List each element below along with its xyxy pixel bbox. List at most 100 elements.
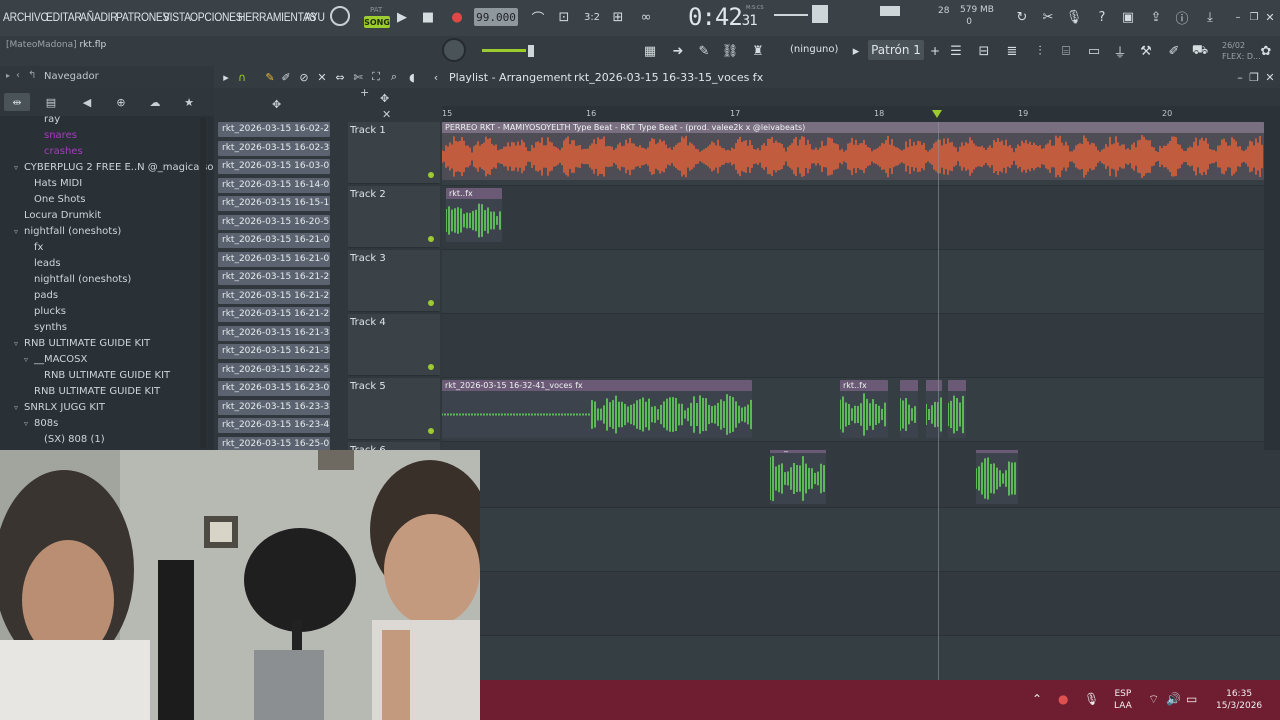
tray-app-icon[interactable]: ● xyxy=(1058,692,1068,706)
browser-item[interactable]: ▿ nightfall (oneshots) xyxy=(14,226,121,237)
slice-tool-icon[interactable]: ✄ xyxy=(350,69,366,85)
title-arrow-icon[interactable]: ‹ xyxy=(428,69,444,85)
fold-arrow-icon[interactable]: ▿ xyxy=(14,227,24,236)
clip-source-item[interactable]: rkt_2026-03-15 16-21-2... xyxy=(218,288,330,304)
tools-icon[interactable]: ⚒ xyxy=(1136,41,1156,61)
browser-icon[interactable]: ⌸ xyxy=(1056,41,1076,61)
zoom-tool-icon[interactable]: ⌕ xyxy=(386,69,402,85)
clip-source-item[interactable]: rkt_2026-03-15 16-02-3... xyxy=(218,140,330,156)
clip-source-item[interactable]: rkt_2026-03-15 16-23-4... xyxy=(218,418,330,433)
browser-item[interactable]: ray xyxy=(44,114,60,125)
arrow-right-icon[interactable]: ➜ xyxy=(668,41,688,61)
channel-rack-icon[interactable]: ⊟ xyxy=(974,41,994,61)
clip-source-item[interactable]: rkt_2026-03-15 16-21-3... xyxy=(218,325,330,341)
add-track-icon[interactable]: + xyxy=(360,86,369,99)
piano-roll-icon[interactable]: ▦ xyxy=(640,41,660,61)
plugin-icon[interactable]: ⇪ xyxy=(1144,5,1168,29)
track-lane[interactable] xyxy=(480,450,1280,508)
save-icon[interactable]: ▣ xyxy=(1116,5,1140,29)
pitch-icon[interactable]: ⌒ xyxy=(526,5,550,29)
clip-source-item[interactable]: rkt_2026-03-15 16-21-0... xyxy=(218,233,330,248)
battery-icon[interactable]: ▭ xyxy=(1186,692,1197,706)
tab-current-icon[interactable]: ◀ xyxy=(74,93,100,111)
playlist-lower-area[interactable]: rkt_2..es fx rkt..s fx xyxy=(480,450,1280,680)
pattern-arrow-icon[interactable]: ▸ xyxy=(846,41,866,61)
track-header[interactable]: Track 2 xyxy=(348,186,440,248)
browser-back-icon[interactable]: ‹ xyxy=(16,70,20,81)
link-icon[interactable]: ⛓ xyxy=(720,41,740,61)
track-lane[interactable] xyxy=(442,314,1264,378)
close-icon[interactable]: ✕ xyxy=(1258,5,1280,29)
language-indicator[interactable]: ESP LAA xyxy=(1114,688,1132,712)
menu-opciones[interactable]: OPCIONES xyxy=(190,10,243,24)
help-icon[interactable]: ? xyxy=(1090,5,1114,29)
tab-cloud-icon[interactable]: ☁ xyxy=(142,93,168,111)
browser-item[interactable]: nightfall (oneshots) xyxy=(34,274,131,285)
fold-arrow-icon[interactable]: ▿ xyxy=(24,355,34,364)
audio-icon[interactable]: ♜ xyxy=(748,41,768,61)
track-mute-led[interactable] xyxy=(428,236,434,242)
menu-editar[interactable]: EDITAR xyxy=(46,10,82,24)
track-lane[interactable] xyxy=(442,442,1264,450)
track-lane[interactable] xyxy=(480,636,1280,680)
faders-icon[interactable]: ⫶ xyxy=(1030,41,1050,61)
audio-clip[interactable]: rkt..fx xyxy=(840,380,888,438)
tab-favorites-icon[interactable]: ★ xyxy=(176,93,202,111)
slip-tool-icon[interactable]: ⇔ xyxy=(332,69,348,85)
pl-maximize-icon[interactable]: ❐ xyxy=(1246,69,1262,85)
pencil-icon[interactable]: ✎ xyxy=(262,69,278,85)
add-pattern-icon[interactable]: + xyxy=(930,44,940,58)
browser-menu-icon[interactable]: ▸ xyxy=(6,71,10,80)
tab-all-icon[interactable]: ⇹ xyxy=(4,93,30,111)
track-header[interactable]: Track 3 xyxy=(348,250,440,312)
pl-close-icon[interactable]: ✕ xyxy=(1262,69,1278,85)
browser-item[interactable]: RNB ULTIMATE GUIDE KIT xyxy=(34,386,160,397)
track-header[interactable]: Track 5 xyxy=(348,378,440,440)
audio-clip[interactable]: rkt_2..es fx xyxy=(770,450,826,504)
clip-source-item[interactable]: rkt_2026-03-15 16-21-0... xyxy=(218,251,330,267)
playlist-arrow-icon[interactable]: ▸ xyxy=(218,69,234,85)
browser-item[interactable]: synths xyxy=(34,322,67,333)
audio-clip[interactable] xyxy=(948,380,966,438)
close-picker-icon[interactable]: ✕ xyxy=(382,108,391,121)
cart-icon[interactable]: ⛟ xyxy=(1190,41,1210,61)
clip-source-item[interactable]: rkt_2026-03-15 16-21-2... xyxy=(218,270,330,285)
pattern-selector[interactable]: Patrón 1 xyxy=(868,40,924,60)
tab-project-icon[interactable]: ▤ xyxy=(38,93,64,111)
browser-item[interactable]: pads xyxy=(34,290,58,301)
brush-icon[interactable]: ✐ xyxy=(1164,41,1184,61)
audio-clip[interactable]: rkt_2026-03-15 16-32-41_voces fx xyxy=(442,380,752,438)
tray-mic-icon[interactable]: 🎙 xyxy=(1084,692,1099,706)
wifi-icon[interactable]: ⌔ xyxy=(1148,692,1159,707)
track-mute-led[interactable] xyxy=(428,428,434,434)
arrange-icon[interactable]: ✥ xyxy=(380,92,389,105)
tempo-display[interactable]: 99.000 xyxy=(474,8,518,26)
browser-item[interactable]: crashes xyxy=(44,146,83,157)
brush-tool-icon[interactable]: ✐ xyxy=(278,69,294,85)
clip-source-item[interactable]: rkt_2026-03-15 16-14-0... xyxy=(218,177,330,193)
browser-item[interactable]: snares xyxy=(44,130,77,141)
tool-icon[interactable]: ✥ xyxy=(272,98,281,111)
browser-item[interactable]: ▿ 808s xyxy=(24,418,58,429)
master-volume-slider[interactable] xyxy=(482,49,526,52)
audio-clip[interactable]: rkt..s fx xyxy=(976,450,1018,504)
clip-source-item[interactable]: rkt_2026-03-15 16-15-1... xyxy=(218,196,330,211)
clip-source-item[interactable]: rkt_2026-03-15 16-23-3... xyxy=(218,399,330,415)
select-tool-icon[interactable]: ⛶ xyxy=(368,69,384,85)
menu-patrones[interactable]: PATRONES xyxy=(116,10,169,24)
fold-arrow-icon[interactable]: ▿ xyxy=(14,163,24,172)
audio-clip[interactable] xyxy=(900,380,918,438)
system-clock[interactable]: 16:35 15/3/2026 xyxy=(1216,688,1262,712)
track-header[interactable]: Track 4 xyxy=(348,314,440,376)
browser-item[interactable]: (SX) 808 (1) xyxy=(44,434,105,445)
track-lane[interactable] xyxy=(480,572,1280,636)
time-ruler[interactable]: 15 16 17 18 19 20 xyxy=(442,106,1264,122)
browser-item[interactable]: leads xyxy=(34,258,61,269)
volume-icon[interactable]: 🔊 xyxy=(1166,692,1181,706)
snap-selector[interactable]: (ninguno) xyxy=(790,44,838,55)
vertical-scrollbar[interactable] xyxy=(1264,106,1280,450)
clip-source-item[interactable]: rkt_2026-03-15 16-03-0... xyxy=(218,159,330,174)
browser-item[interactable]: Hats MIDI xyxy=(34,178,82,189)
wait-input-icon[interactable]: ∞ xyxy=(634,5,658,29)
tab-plugins-icon[interactable]: ⊕ xyxy=(108,93,134,111)
